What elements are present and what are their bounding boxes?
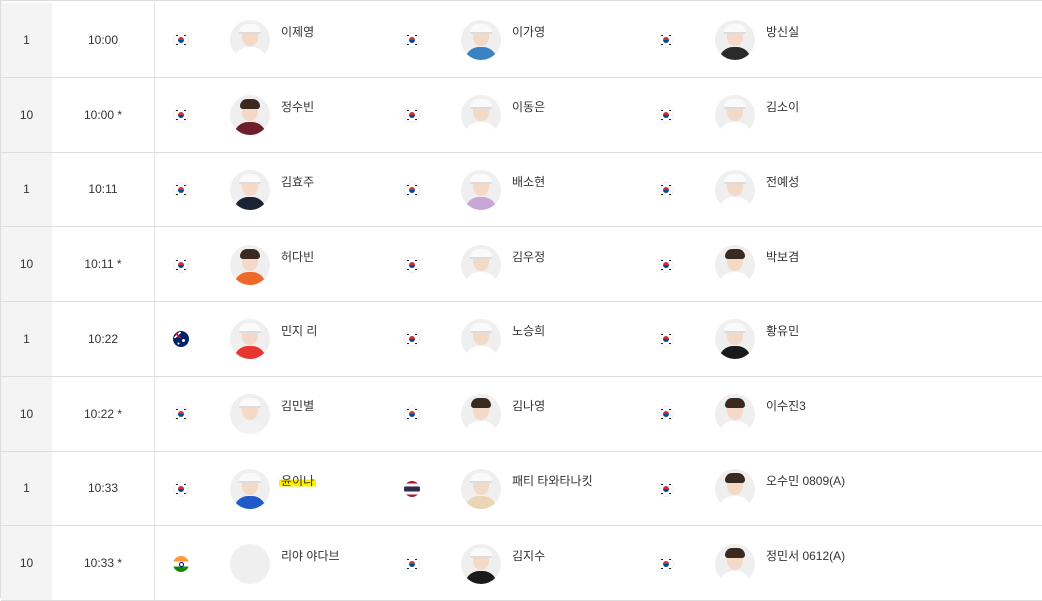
player-name-link[interactable]: 김지수 xyxy=(512,547,545,564)
hole-cell: 1 xyxy=(1,3,52,77)
player-name-link[interactable]: 노승희 xyxy=(512,322,545,339)
country-flag-icon xyxy=(173,331,189,348)
tee-time-cell: 10:33 xyxy=(52,451,155,526)
table-row: 1 10:00 이제영 이가영 방신실 xyxy=(1,3,1042,78)
country-flag-icon xyxy=(658,406,674,423)
player-name-link[interactable]: 이제영 xyxy=(281,23,314,40)
tee-time-cell: 10:00 xyxy=(52,3,155,77)
country-flag-icon xyxy=(658,181,674,198)
player-name-link[interactable]: 패티 타와타나킷 xyxy=(512,472,593,489)
country-flag-icon xyxy=(658,555,674,572)
tee-time-cell: 10:11 * xyxy=(52,227,155,301)
tee-time-cell: 10:00 * xyxy=(52,77,155,152)
player-name-link[interactable]: 박보겸 xyxy=(766,248,799,265)
player-name-link[interactable]: 김민별 xyxy=(281,397,314,414)
player-avatar[interactable] xyxy=(230,169,270,210)
player-name-link[interactable]: 허다빈 xyxy=(281,248,314,265)
player-avatar[interactable] xyxy=(230,244,270,285)
country-flag-icon xyxy=(173,32,189,49)
player-avatar[interactable] xyxy=(715,95,755,136)
player-name-link[interactable]: 배소현 xyxy=(512,173,545,190)
player-avatar[interactable] xyxy=(715,319,755,360)
country-flag-icon xyxy=(173,107,189,124)
player-name-link[interactable]: 윤이나 xyxy=(279,471,317,489)
country-flag-icon xyxy=(404,406,420,423)
tee-time-table: 1 10:00 이제영 이가영 방신실 10 10:00 * 정수빈 이동은 김소이 1 10:11 김… xyxy=(0,0,1042,601)
country-flag-icon xyxy=(173,406,189,423)
country-flag-icon xyxy=(404,107,420,124)
player-avatar[interactable] xyxy=(230,543,270,584)
player-name-link[interactable]: 리야 야다브 xyxy=(281,547,340,564)
country-flag-icon xyxy=(658,32,674,49)
country-flag-icon xyxy=(173,555,189,572)
country-flag-icon xyxy=(404,181,420,198)
player-avatar[interactable] xyxy=(230,95,270,136)
tee-time-cell: 10:22 * xyxy=(52,376,155,451)
player-avatar[interactable] xyxy=(461,20,501,61)
hole-cell: 10 xyxy=(1,526,52,600)
tee-time-cell: 10:11 xyxy=(52,152,155,227)
table-row: 1 10:11 김효주 배소현 전예성 xyxy=(1,152,1042,228)
player-avatar[interactable] xyxy=(461,468,501,509)
table-row: 10 10:00 * 정수빈 이동은 김소이 xyxy=(1,77,1042,153)
player-name-link[interactable]: 이가영 xyxy=(512,23,545,40)
tee-time-cell: 10:22 xyxy=(52,302,155,376)
table-row: 10 10:33 * 리야 야다브 김지수 정민서 0612(A) xyxy=(1,526,1042,601)
player-avatar[interactable] xyxy=(461,319,501,360)
player-name-link[interactable]: 황유민 xyxy=(766,322,799,339)
player-avatar[interactable] xyxy=(461,169,501,210)
country-flag-icon xyxy=(404,32,420,49)
player-avatar[interactable] xyxy=(715,394,755,435)
player-name-link[interactable]: 이수진3 xyxy=(766,397,806,414)
player-name-link[interactable]: 민지 리 xyxy=(281,322,317,339)
player-name-link[interactable]: 방신실 xyxy=(766,23,799,40)
player-avatar[interactable] xyxy=(230,468,270,509)
player-name-link[interactable]: 김나영 xyxy=(512,397,545,414)
player-avatar[interactable] xyxy=(230,394,270,435)
player-avatar[interactable] xyxy=(715,169,755,210)
player-name-link[interactable]: 정수빈 xyxy=(281,98,314,115)
player-avatar[interactable] xyxy=(461,543,501,584)
tee-time-cell: 10:33 * xyxy=(52,526,155,600)
hole-cell: 10 xyxy=(1,376,52,451)
hole-cell: 10 xyxy=(1,77,52,152)
player-avatar[interactable] xyxy=(230,319,270,360)
player-name-link[interactable]: 전예성 xyxy=(766,173,799,190)
player-avatar[interactable] xyxy=(715,20,755,61)
country-flag-icon xyxy=(658,256,674,273)
table-top-border xyxy=(1,0,1042,1)
table-row: 1 10:22 민지 리 노승희 황유민 xyxy=(1,302,1042,377)
country-flag-icon xyxy=(404,480,420,497)
country-flag-icon xyxy=(404,256,420,273)
player-avatar[interactable] xyxy=(230,20,270,61)
player-avatar[interactable] xyxy=(715,468,755,509)
country-flag-icon xyxy=(173,181,189,198)
hole-cell: 1 xyxy=(1,302,52,376)
table-row: 10 10:11 * 허다빈 김우정 박보겸 xyxy=(1,227,1042,302)
player-name-link[interactable]: 정민서 0612(A) xyxy=(766,547,845,564)
country-flag-icon xyxy=(658,107,674,124)
table-row: 1 10:33 윤이나 패티 타와타나킷 오수민 0809(A) xyxy=(1,451,1042,527)
player-name-link[interactable]: 김효주 xyxy=(281,173,314,190)
country-flag-icon xyxy=(173,480,189,497)
player-avatar[interactable] xyxy=(461,244,501,285)
country-flag-icon xyxy=(173,256,189,273)
player-avatar[interactable] xyxy=(715,543,755,584)
player-name-link[interactable]: 김우정 xyxy=(512,248,545,265)
country-flag-icon xyxy=(658,480,674,497)
hole-cell: 10 xyxy=(1,227,52,301)
country-flag-icon xyxy=(658,331,674,348)
player-avatar[interactable] xyxy=(715,244,755,285)
player-name-link[interactable]: 이동은 xyxy=(512,98,545,115)
hole-cell: 1 xyxy=(1,451,52,526)
table-row: 10 10:22 * 김민별 김나영 이수진3 xyxy=(1,376,1042,452)
player-avatar[interactable] xyxy=(461,394,501,435)
country-flag-icon xyxy=(404,331,420,348)
hole-cell: 1 xyxy=(1,152,52,227)
country-flag-icon xyxy=(404,555,420,572)
player-name-link[interactable]: 오수민 0809(A) xyxy=(766,472,845,489)
player-name-link[interactable]: 김소이 xyxy=(766,98,799,115)
player-avatar[interactable] xyxy=(461,95,501,136)
